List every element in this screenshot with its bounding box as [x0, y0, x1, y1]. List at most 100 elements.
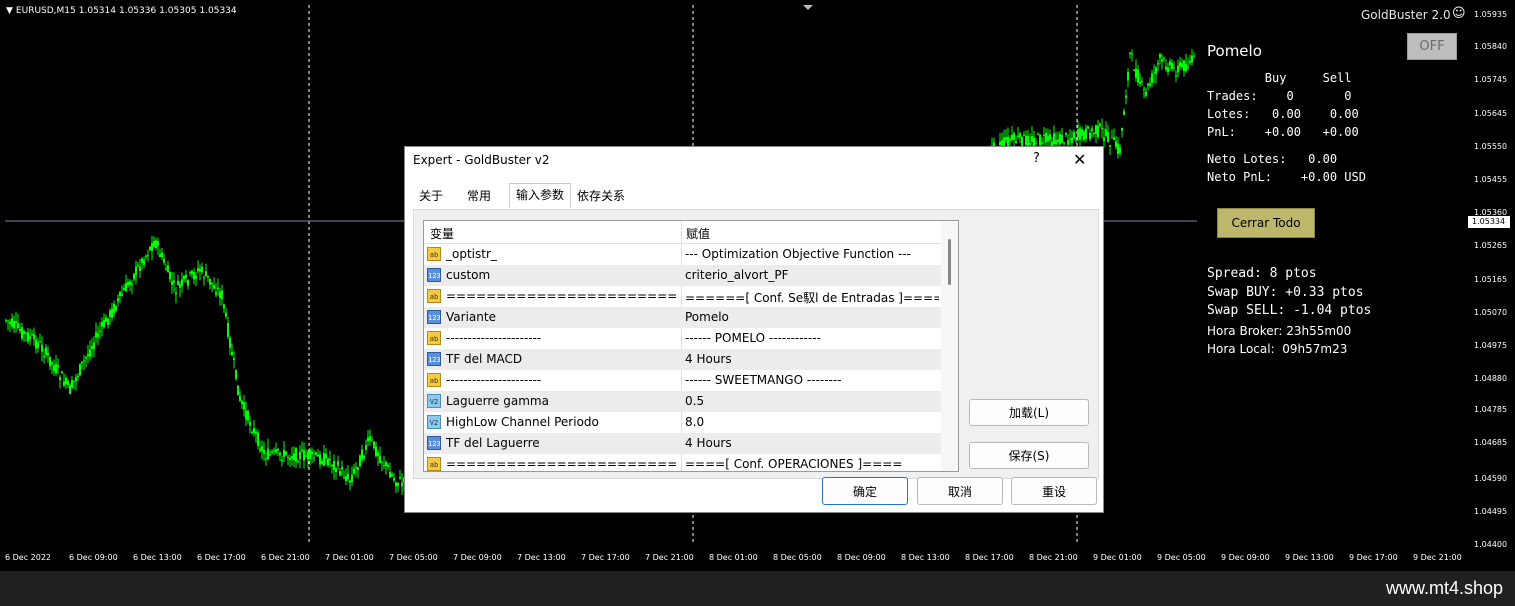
parameter-row[interactable]: ab ---------------------- ------ SWEETMANG… [424, 370, 941, 391]
candle-body [301, 449, 303, 452]
candle-body [73, 380, 75, 382]
parameter-value[interactable]: ------ SWEETMANGO -------- [685, 373, 939, 387]
candle-body [359, 455, 361, 467]
time-tick-label: 7 Dec 09:00 [453, 553, 502, 562]
price-tick-label: 1.05745 [1474, 75, 1508, 84]
time-tick-label: 6 Dec 09:00 [69, 553, 118, 562]
cancel-button[interactable]: 取消 [917, 477, 1003, 505]
candle-body [315, 452, 317, 455]
candle-body [27, 332, 29, 342]
time-tick-label: 7 Dec 05:00 [389, 553, 438, 562]
candle-body [1075, 138, 1077, 141]
candle-body [103, 320, 105, 328]
candle-body [277, 448, 279, 451]
off-toggle-button[interactable]: OFF [1407, 33, 1457, 60]
candle-body [363, 455, 365, 459]
parameter-row[interactable]: ab _optistr_ --- Optimization Objective F… [424, 244, 941, 265]
parameter-value[interactable]: 4 Hours [685, 352, 939, 366]
candle-body [1025, 135, 1027, 145]
candle-body [353, 468, 355, 474]
tab-about[interactable]: 关于 [413, 185, 449, 207]
candle-body [309, 449, 311, 460]
candle-body [79, 364, 81, 376]
parameter-row[interactable]: 123 Variante Pomelo [424, 307, 941, 328]
candle-body [1169, 61, 1171, 66]
candle-body [319, 454, 321, 465]
time-tick-label: 8 Dec 17:00 [965, 553, 1014, 562]
close-icon[interactable]: ✕ [1073, 150, 1086, 169]
time-tick-label: 6 Dec 2022 [5, 553, 52, 562]
candle-body [263, 449, 265, 454]
chart-shift-marker [803, 5, 813, 10]
candle-body [273, 450, 275, 452]
parameter-value[interactable]: 4 Hours [685, 436, 939, 450]
candle-body [199, 269, 201, 272]
price-tick-label: 1.05840 [1474, 42, 1508, 51]
parameter-value[interactable]: 8.0 [685, 415, 939, 429]
candle-body [9, 321, 11, 325]
candle-body [305, 455, 307, 457]
parameter-value[interactable]: ------ POMELO ------------ [685, 331, 939, 345]
parameters-grid[interactable]: 变量 赋值 ab _optistr_ --- Optimization Objec… [423, 220, 959, 472]
vertical-scrollbar[interactable] [941, 221, 958, 471]
candle-body [1133, 69, 1135, 71]
tab-common[interactable]: 常用 [461, 185, 497, 207]
parameter-row[interactable]: V2 Laguerre gamma 0.5 [424, 391, 941, 412]
candle-body [77, 375, 79, 378]
tab-dependencies[interactable]: 依存关系 [571, 185, 631, 207]
reset-button[interactable]: 重设 [1011, 477, 1097, 505]
candle-body [131, 283, 133, 285]
candle-body [1005, 136, 1007, 141]
smiley-icon: ☺ [1452, 6, 1466, 21]
parameter-row[interactable]: V2 HighLow Channel Periodo 8.0 [424, 412, 941, 433]
save-button[interactable]: 保存(S) [969, 442, 1089, 469]
help-icon[interactable]: ? [1033, 151, 1040, 166]
candle-body [193, 272, 195, 280]
parameter-value[interactable]: 0.5 [685, 394, 939, 408]
parameter-value[interactable]: ======[ Conf. Se馭l de Entradas ]==== [685, 289, 939, 306]
parameter-value[interactable]: criterio_alvort_PF [685, 268, 939, 282]
candle-body [335, 468, 337, 473]
parameter-row[interactable]: 123 TF del Laguerre 4 Hours [424, 433, 941, 454]
parameter-row[interactable]: ab ---------------------- ------ POMELO --… [424, 328, 941, 349]
candle-body [123, 287, 125, 291]
parameter-name: _optistr_ [446, 247, 497, 261]
close-all-button[interactable]: Cerrar Todo [1217, 208, 1315, 238]
parameter-row[interactable]: ab ========================... ====[ Conf.… [424, 454, 941, 471]
candle-body [25, 332, 27, 334]
candle-body [293, 453, 295, 461]
candle-body [141, 258, 143, 263]
candle-body [269, 454, 271, 456]
column-header-value[interactable]: 赋值 [686, 225, 710, 242]
parameter-row[interactable]: 123 TF del MACD 4 Hours [424, 349, 941, 370]
column-header-variable[interactable]: 变量 [430, 225, 454, 242]
scrollbar-thumb[interactable] [948, 239, 951, 285]
integer-type-icon: 123 [427, 310, 441, 324]
symbol-dropdown-icon[interactable]: ▼ [6, 6, 13, 16]
candle-body [1155, 67, 1157, 74]
parameter-value[interactable]: ====[ Conf. OPERACIONES ]==== [685, 457, 939, 471]
parameter-name: ========================... [446, 457, 676, 471]
parameter-name: TF del MACD [446, 352, 523, 366]
parameter-name: Variante [446, 310, 496, 324]
load-button[interactable]: 加载(L) [969, 399, 1089, 426]
candle-body [351, 474, 353, 482]
parameter-row[interactable]: ab ========================... ======[ Con… [424, 286, 941, 307]
time-tick-label: 8 Dec 01:00 [709, 553, 758, 562]
tab-inputs[interactable]: 输入参数 [509, 183, 572, 208]
parameter-value[interactable]: --- Optimization Objective Function --- [685, 247, 939, 261]
candle-body [1093, 132, 1095, 134]
trades-line: Trades: 0 0 [1207, 89, 1352, 103]
candle-body [271, 451, 273, 454]
parameter-row[interactable]: 123 custom criterio_alvort_PF [424, 265, 941, 286]
candle-body [229, 338, 231, 348]
candle-body [43, 356, 45, 358]
candle-body [181, 279, 183, 286]
price-tick-label: 1.04400 [1474, 540, 1508, 549]
ok-button[interactable]: 确定 [822, 477, 908, 505]
candle-body [287, 456, 289, 458]
candle-body [375, 446, 377, 457]
parameter-value[interactable]: Pomelo [685, 310, 939, 324]
candle-body [7, 320, 9, 322]
candle-body [145, 255, 147, 257]
